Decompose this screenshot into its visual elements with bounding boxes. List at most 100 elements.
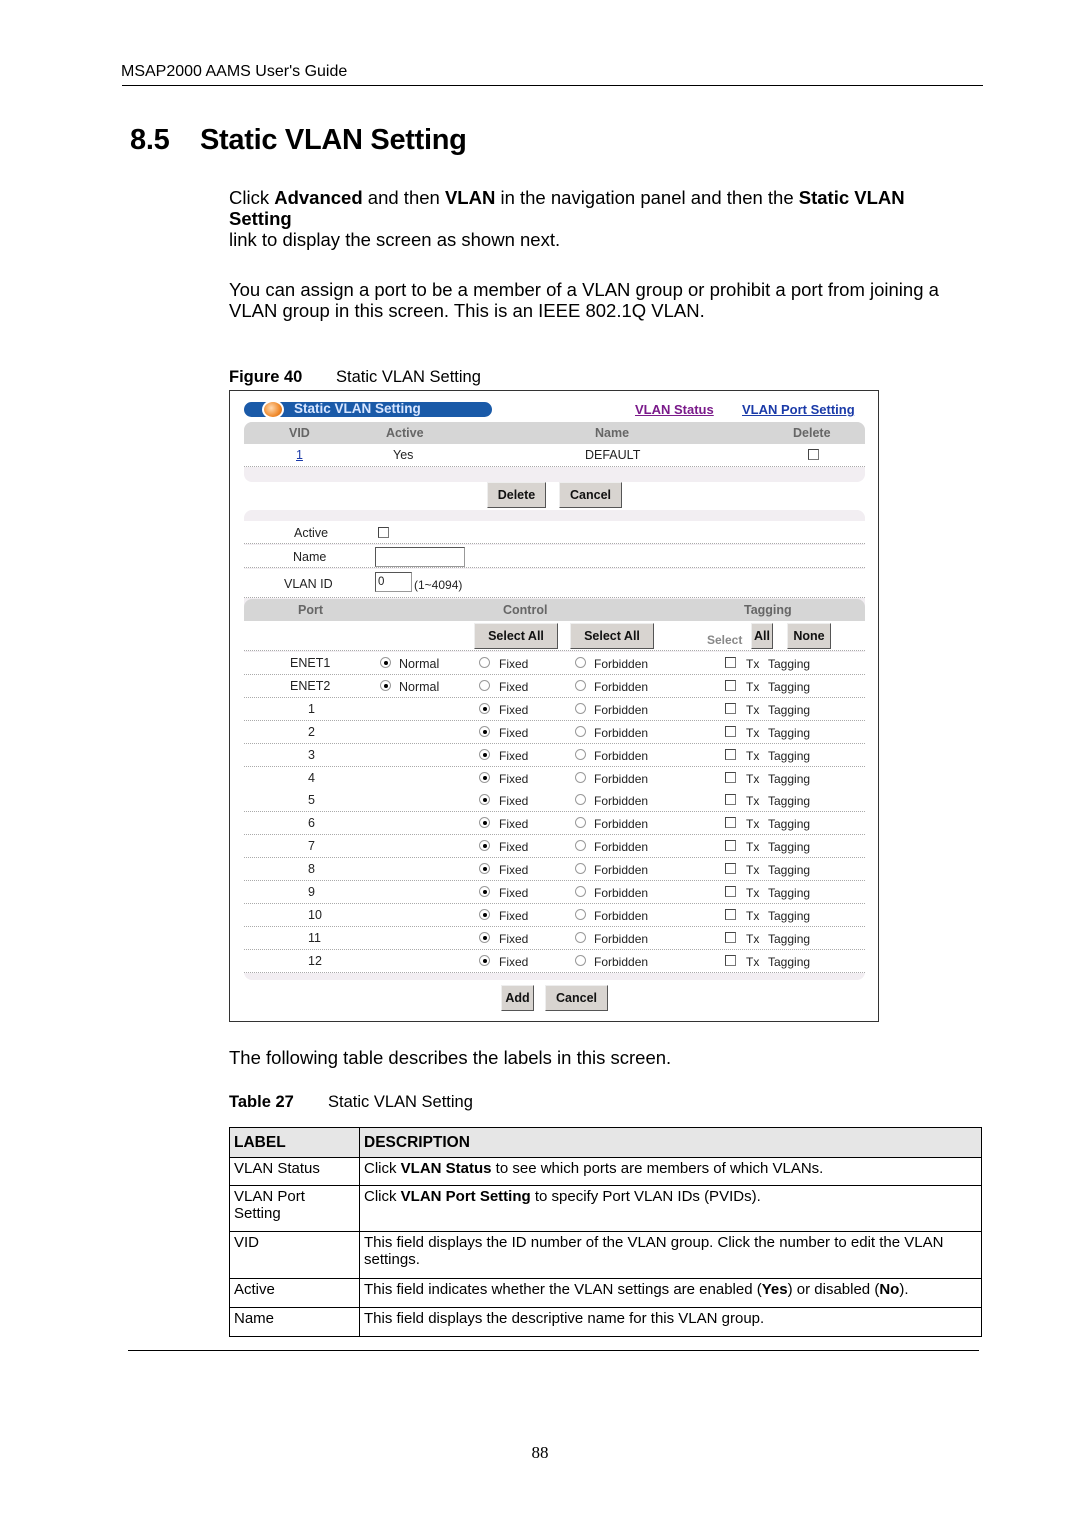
port-row: 3 Fixed Forbidden Tx Tagging xyxy=(244,743,865,767)
fixed-radio[interactable] xyxy=(479,817,490,829)
forbidden-radio[interactable] xyxy=(575,817,586,829)
fixed-radio[interactable] xyxy=(479,771,490,783)
tx-tagging-checkbox[interactable] xyxy=(725,908,736,920)
forbidden-radio[interactable] xyxy=(575,954,586,966)
delete-checkbox[interactable] xyxy=(808,449,819,460)
fixed-radio[interactable] xyxy=(479,794,490,806)
active-label: Active xyxy=(294,526,329,540)
cancel-button[interactable]: Cancel xyxy=(559,482,622,508)
forbidden-radio[interactable] xyxy=(575,657,586,668)
tx-tagging-checkbox[interactable] xyxy=(725,725,736,737)
select-all-forbidden-button[interactable]: Select All xyxy=(570,623,654,649)
active-checkbox[interactable] xyxy=(378,527,389,538)
forbidden-radio[interactable] xyxy=(575,840,586,852)
fixed-label: Fixed xyxy=(499,771,529,786)
delete-button[interactable]: Delete xyxy=(487,482,546,508)
fixed-label: Fixed xyxy=(499,954,529,969)
tx-label: Tx xyxy=(746,702,760,717)
row-label: VID xyxy=(229,1231,360,1279)
row-label: Active xyxy=(229,1278,360,1308)
fixed-radio[interactable] xyxy=(479,908,490,920)
add-button[interactable]: Add xyxy=(501,985,534,1011)
tx-tagging-checkbox[interactable] xyxy=(725,863,736,875)
fixed-radio[interactable] xyxy=(479,954,490,966)
port-row: ENET2 Normal Fixed Forbidden Tx Tagging xyxy=(244,674,865,698)
vlan-edit-panel: Active Name VLAN ID 0 (1~4094) Port Cont… xyxy=(244,510,865,980)
tx-label: Tx xyxy=(746,725,760,740)
fixed-radio[interactable] xyxy=(479,679,490,691)
forbidden-label: Forbidden xyxy=(594,748,649,763)
vlan-status-link[interactable]: VLAN Status xyxy=(635,402,714,417)
tx-tagging-checkbox[interactable] xyxy=(725,702,736,714)
fixed-label: Fixed xyxy=(499,863,529,878)
text: Click xyxy=(364,1160,401,1177)
tx-tagging-checkbox[interactable] xyxy=(725,679,736,691)
tx-tagging-checkbox[interactable] xyxy=(725,840,736,852)
forbidden-radio[interactable] xyxy=(575,679,586,691)
port-row: 2 Fixed Forbidden Tx Tagging xyxy=(244,720,865,744)
row-description: Click VLAN Status to see which ports are… xyxy=(359,1157,982,1186)
fixed-radio[interactable] xyxy=(479,886,490,897)
name-label: Name xyxy=(293,550,327,564)
vlan-active: Yes xyxy=(393,448,414,462)
tx-tagging-checkbox[interactable] xyxy=(725,886,736,897)
vlan-id-input[interactable]: 0 xyxy=(375,572,412,592)
tx-label: Tx xyxy=(746,908,760,923)
fixed-radio[interactable] xyxy=(479,725,490,737)
vlan-port-setting-link[interactable]: VLAN Port Setting xyxy=(742,402,855,417)
tagging-label: Tagging xyxy=(768,794,811,809)
fixed-radio[interactable] xyxy=(479,657,490,668)
fixed-radio[interactable] xyxy=(479,840,490,852)
select-all-fixed-button[interactable]: Select All xyxy=(474,623,558,649)
fixed-radio[interactable] xyxy=(479,748,490,760)
normal-radio[interactable] xyxy=(380,679,391,691)
fixed-radio[interactable] xyxy=(479,863,490,875)
name-input[interactable] xyxy=(375,547,465,567)
fixed-radio[interactable] xyxy=(479,931,490,943)
tagging-none-button[interactable]: None xyxy=(787,623,831,649)
tx-tagging-checkbox[interactable] xyxy=(725,771,736,783)
text: You can assign a port to be a member of … xyxy=(229,279,939,300)
port-name: 5 xyxy=(308,793,315,808)
description-paragraph: You can assign a port to be a member of … xyxy=(229,279,969,321)
tx-tagging-checkbox[interactable] xyxy=(725,817,736,829)
text: to see which ports are members of which … xyxy=(491,1160,824,1177)
tx-tagging-checkbox[interactable] xyxy=(725,748,736,760)
orb-icon xyxy=(262,400,284,419)
forbidden-radio[interactable] xyxy=(575,771,586,783)
tx-tagging-checkbox[interactable] xyxy=(725,794,736,806)
forbidden-radio[interactable] xyxy=(575,702,586,714)
forbidden-radio[interactable] xyxy=(575,931,586,943)
intro-paragraph: Click Advanced and then VLAN in the navi… xyxy=(229,187,969,250)
tagging-all-button[interactable]: All xyxy=(751,623,773,649)
tx-label: Tx xyxy=(746,840,760,855)
forbidden-radio[interactable] xyxy=(575,794,586,806)
vid-link[interactable]: 1 xyxy=(296,448,303,462)
forbidden-radio[interactable] xyxy=(575,908,586,920)
desc-row: Name This field displays the descriptive… xyxy=(229,1307,982,1337)
section-number: 8.5 xyxy=(130,124,170,156)
fixed-label: Fixed xyxy=(499,840,529,855)
tx-tagging-checkbox[interactable] xyxy=(725,657,736,668)
fixed-label: Fixed xyxy=(499,886,529,900)
port-name: 12 xyxy=(308,953,322,968)
forbidden-radio[interactable] xyxy=(575,863,586,875)
forbidden-radio[interactable] xyxy=(575,886,586,897)
forbidden-label: Forbidden xyxy=(594,817,649,832)
forbidden-label: Forbidden xyxy=(594,886,649,900)
bold-advanced: Advanced xyxy=(274,187,363,208)
forbidden-radio[interactable] xyxy=(575,748,586,760)
text: ) or disabled ( xyxy=(787,1281,880,1298)
tx-tagging-checkbox[interactable] xyxy=(725,931,736,943)
normal-radio[interactable] xyxy=(380,657,391,668)
tx-tagging-checkbox[interactable] xyxy=(725,954,736,966)
screen-title: Static VLAN Setting xyxy=(294,401,421,416)
header-name: Name xyxy=(595,426,630,440)
forbidden-radio[interactable] xyxy=(575,725,586,737)
cancel-add-button[interactable]: Cancel xyxy=(545,985,608,1011)
text: VLAN group in this screen. This is an IE… xyxy=(229,300,705,321)
fixed-radio[interactable] xyxy=(479,702,490,714)
forbidden-label: Forbidden xyxy=(594,863,649,878)
forbidden-label: Forbidden xyxy=(594,931,649,946)
port-name: 3 xyxy=(308,747,315,762)
